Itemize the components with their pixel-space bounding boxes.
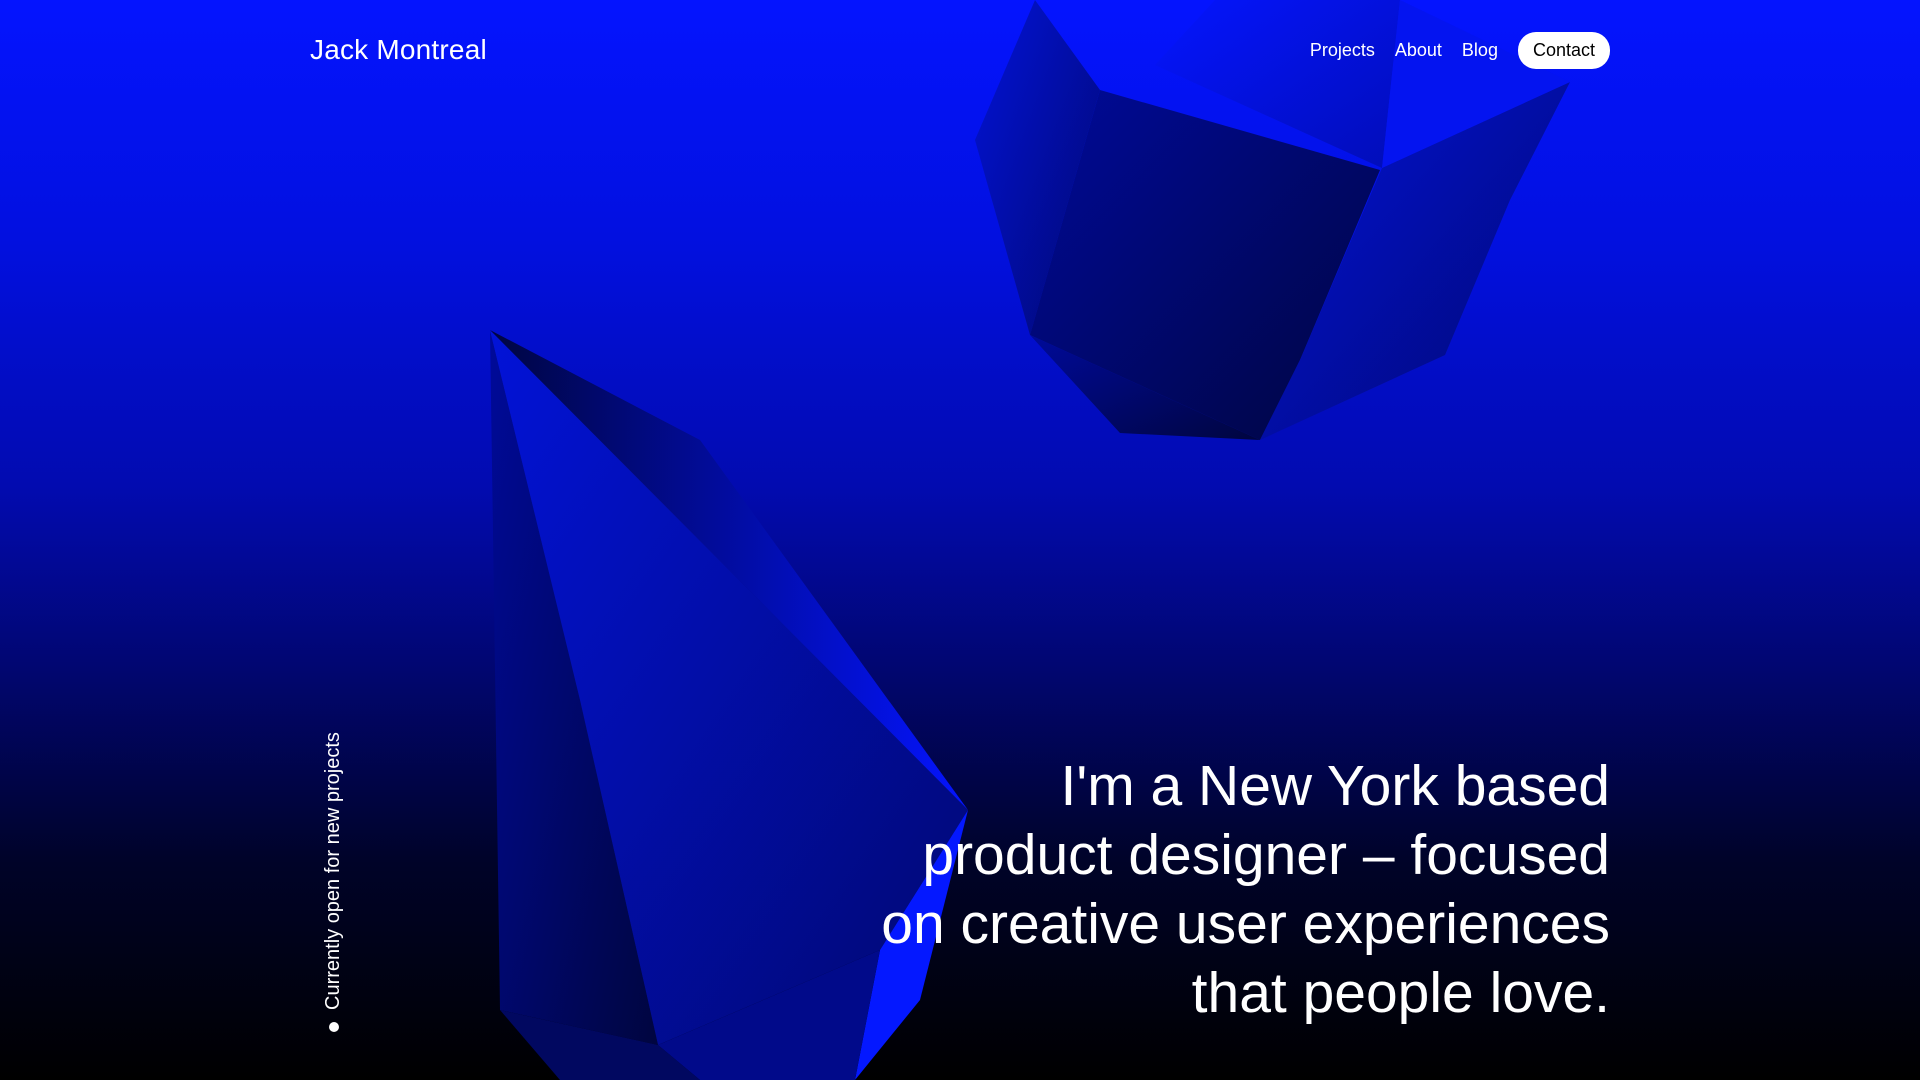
hero-headline-line: I'm a New York based [1060,754,1610,818]
status-dot-icon [328,1022,339,1032]
nav-link-blog[interactable]: Blog [1462,40,1498,61]
hero-headline-line: that people love. [1191,961,1610,1025]
nav-link-projects[interactable]: Projects [1310,40,1375,61]
site-header: Jack Montreal Projects About Blog Contac… [310,28,1610,72]
nav-link-about[interactable]: About [1395,40,1442,61]
site-logo[interactable]: Jack Montreal [310,34,487,66]
hero-page: Jack Montreal Projects About Blog Contac… [0,0,1920,1080]
hero-headline-line: product designer – focused [922,823,1610,887]
contact-button[interactable]: Contact [1517,31,1610,69]
hero-headline-line: on creative user experiences [881,892,1610,956]
availability-status: Currently open for new projects [322,732,345,1032]
main-nav: Projects About Blog Contact [1310,31,1610,69]
availability-status-text: Currently open for new projects [322,732,344,1010]
hero-headline: I'm a New York based product designer – … [810,752,1610,1028]
